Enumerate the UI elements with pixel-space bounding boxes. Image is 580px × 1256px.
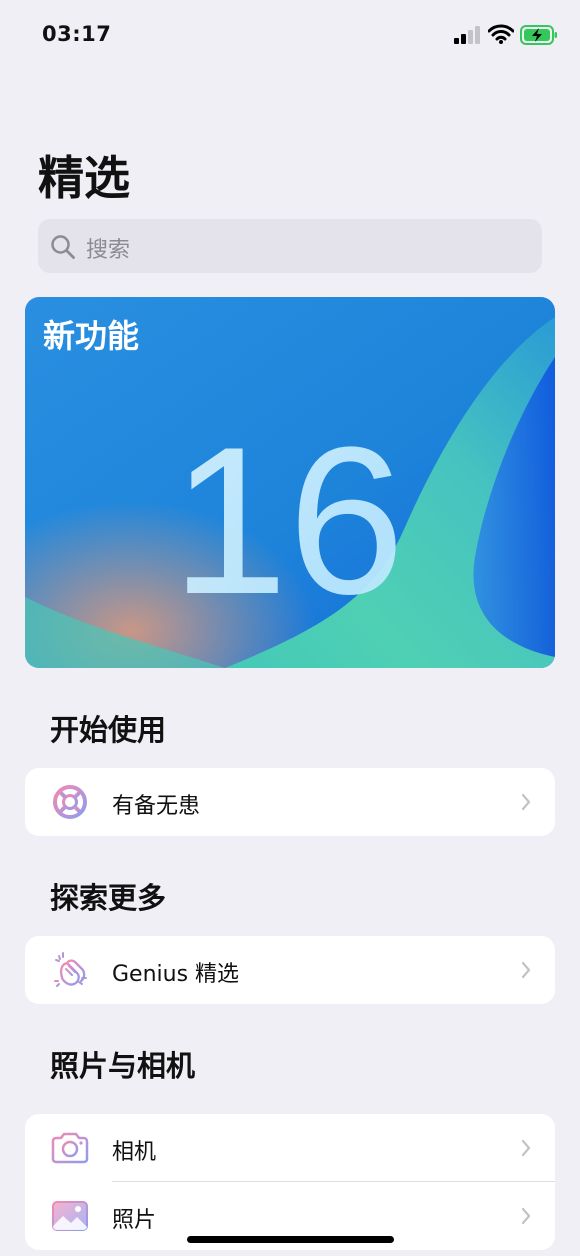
clapping-hands-icon [54, 952, 87, 987]
search-placeholder: 搜索 [86, 238, 131, 263]
search-input[interactable]: 搜索 [38, 219, 542, 273]
list-item-label: 相机 [112, 1140, 157, 1165]
status-bar: 03:17 [0, 0, 580, 70]
list-item-label: Genius 精选 [112, 962, 240, 987]
chevron-right-icon [521, 1139, 531, 1157]
explore-more-card: Genius 精选 [25, 936, 555, 1004]
list-item-genius-picks[interactable]: Genius 精选 [25, 936, 555, 1004]
page-title: 精选 [38, 151, 130, 205]
wifi-icon [488, 24, 514, 44]
chevron-right-icon [521, 961, 531, 979]
whats-new-card[interactable]: 16 新功能 [25, 297, 555, 668]
section-title-get-started: 开始使用 [50, 713, 167, 747]
photos-icon [52, 1201, 88, 1231]
list-item-label: 有备无患 [112, 794, 201, 819]
get-started-card: 有备无患 [25, 768, 555, 836]
status-time: 03:17 [42, 22, 112, 46]
chevron-right-icon [521, 793, 531, 811]
list-item-be-prepared[interactable]: 有备无患 [25, 768, 555, 836]
ios-version-number: 16 [171, 403, 405, 638]
cellular-signal-icon [454, 26, 480, 44]
list-item-label: 照片 [112, 1208, 157, 1233]
camera-icon [51, 1132, 89, 1164]
section-title-photos-camera: 照片与相机 [50, 1049, 196, 1083]
battery-charging-icon [520, 25, 557, 45]
chevron-right-icon [521, 1207, 531, 1225]
photos-camera-card: 相机 照片 [25, 1114, 555, 1250]
search-icon [51, 235, 75, 259]
home-indicator[interactable] [187, 1236, 394, 1243]
section-title-explore-more: 探索更多 [50, 881, 167, 915]
whats-new-label: 新功能 [43, 317, 140, 355]
lifebuoy-icon [53, 785, 87, 819]
list-item-camera[interactable]: 相机 [25, 1114, 555, 1182]
